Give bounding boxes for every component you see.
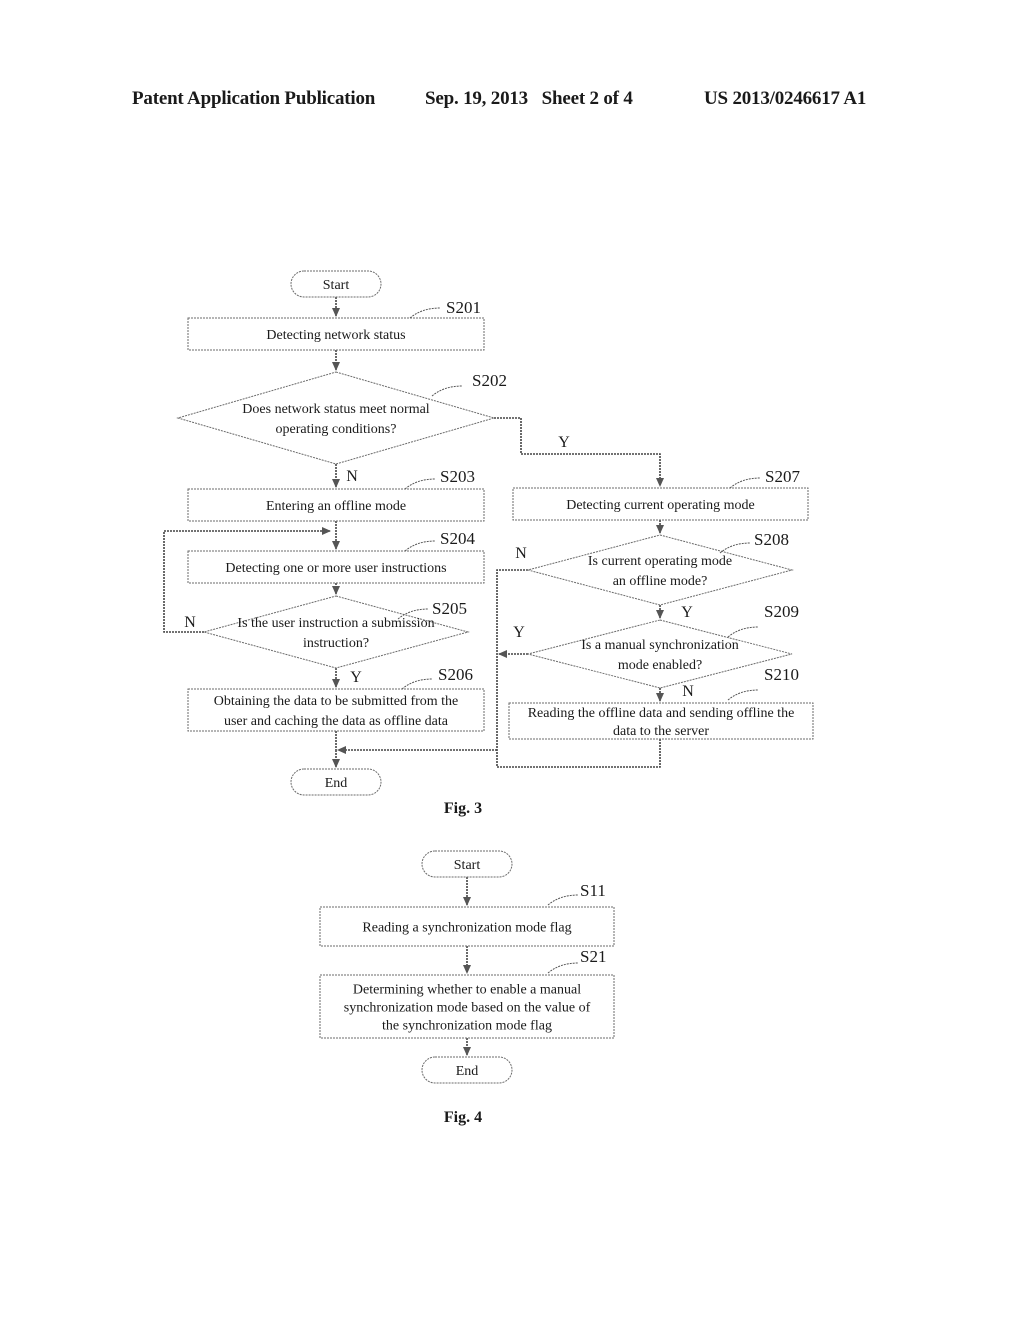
step-label-s201: S201 [446,298,481,317]
figure-caption-fig3: Fig. 3 [444,800,482,817]
branch-label-s205-yes: Y [350,669,362,686]
terminal-fig4-end-text: End [456,1064,479,1079]
branch-label-s208-yes: Y [681,604,693,621]
process-box-s21-text-2: synchronization mode based on the value … [344,1001,591,1016]
step-label-s203: S203 [440,467,475,486]
step-label-s11-leader [547,894,579,906]
branch-label-s205-no: N [184,614,196,631]
flowchart-canvas: Start Detecting network status Does networ… [163,270,814,1126]
terminal-end-text: End [325,776,348,791]
decision-s208-text-1: Is current operating mode [588,554,732,569]
step-label-s210: S210 [764,665,799,684]
step-label-s209-leader [727,626,759,638]
step-label-s208-leader [719,542,751,554]
step-label-s204-leader [404,540,436,552]
process-box-s21-text-3: the synchronization mode flag [382,1019,552,1034]
step-label-s21-leader [547,962,579,974]
nodes-layer [176,270,814,1084]
step-label-s203-leader [404,478,436,490]
decision-s209-text-2: mode enabled? [618,658,702,673]
decision-s202-text-2: operating conditions? [276,422,397,437]
step-label-s204: S204 [440,529,475,548]
process-box-s203-text-1: Entering an offline mode [266,499,406,514]
step-label-s21: S21 [580,947,606,966]
branch-label-s202-yes: Y [558,434,570,451]
branch-label-s209-yes: Y [513,624,525,641]
step-label-s11: S11 [580,881,606,900]
process-box-s210-text-2: data to the server [613,724,709,739]
process-box-s206-text-1: Obtaining the data to be submitted from … [214,694,459,709]
step-label-s201-leader [409,307,441,319]
decision-s208 [526,534,794,606]
decision-s208-text-2: an offline mode? [613,574,708,589]
decision-s209-text-1: Is a manual synchronization [581,638,738,653]
branch-label-s208-no: N [515,545,527,562]
process-box-s206-text-2: user and caching the data as offline dat… [224,714,449,729]
step-label-s208: S208 [754,530,789,549]
edge-s202-s207 [494,417,664,487]
process-box-s207-text-1: Detecting current operating mode [566,498,755,513]
step-label-s210-leader [727,689,759,701]
branch-label-s202-no: N [346,468,358,485]
step-label-s207-leader [729,477,761,489]
step-label-s206: S206 [438,665,473,684]
step-label-s206-leader [401,678,433,690]
process-box-s21-text-1: Determining whether to enable a manual [353,983,581,998]
terminal-fig4-start-text: Start [454,858,481,873]
decision-s202-text-1: Does network status meet normal [242,402,430,417]
step-label-s205: S205 [432,599,467,618]
process-box-s11-text-1: Reading a synchronization mode flag [362,921,571,936]
decision-s205 [202,595,470,669]
decision-s205-text-1: Is the user instruction a submission [237,616,434,631]
step-label-s209: S209 [764,602,799,621]
process-box-s204-text-1: Detecting one or more user instructions [225,561,446,576]
step-label-s202-leader [431,385,463,397]
process-box-s201-text-1: Detecting network status [266,328,405,343]
branch-label-s209-no: N [682,683,694,700]
step-label-s202: S202 [472,371,507,390]
process-box-s210-text-1: Reading the offline data and sending off… [528,706,795,721]
terminal-start-text: Start [323,278,350,293]
decision-s205-text-2: instruction? [303,636,369,651]
step-label-s207: S207 [765,467,800,486]
figure-caption-fig4: Fig. 4 [444,1109,482,1126]
decision-s202 [176,371,496,465]
decision-s209 [527,619,793,689]
